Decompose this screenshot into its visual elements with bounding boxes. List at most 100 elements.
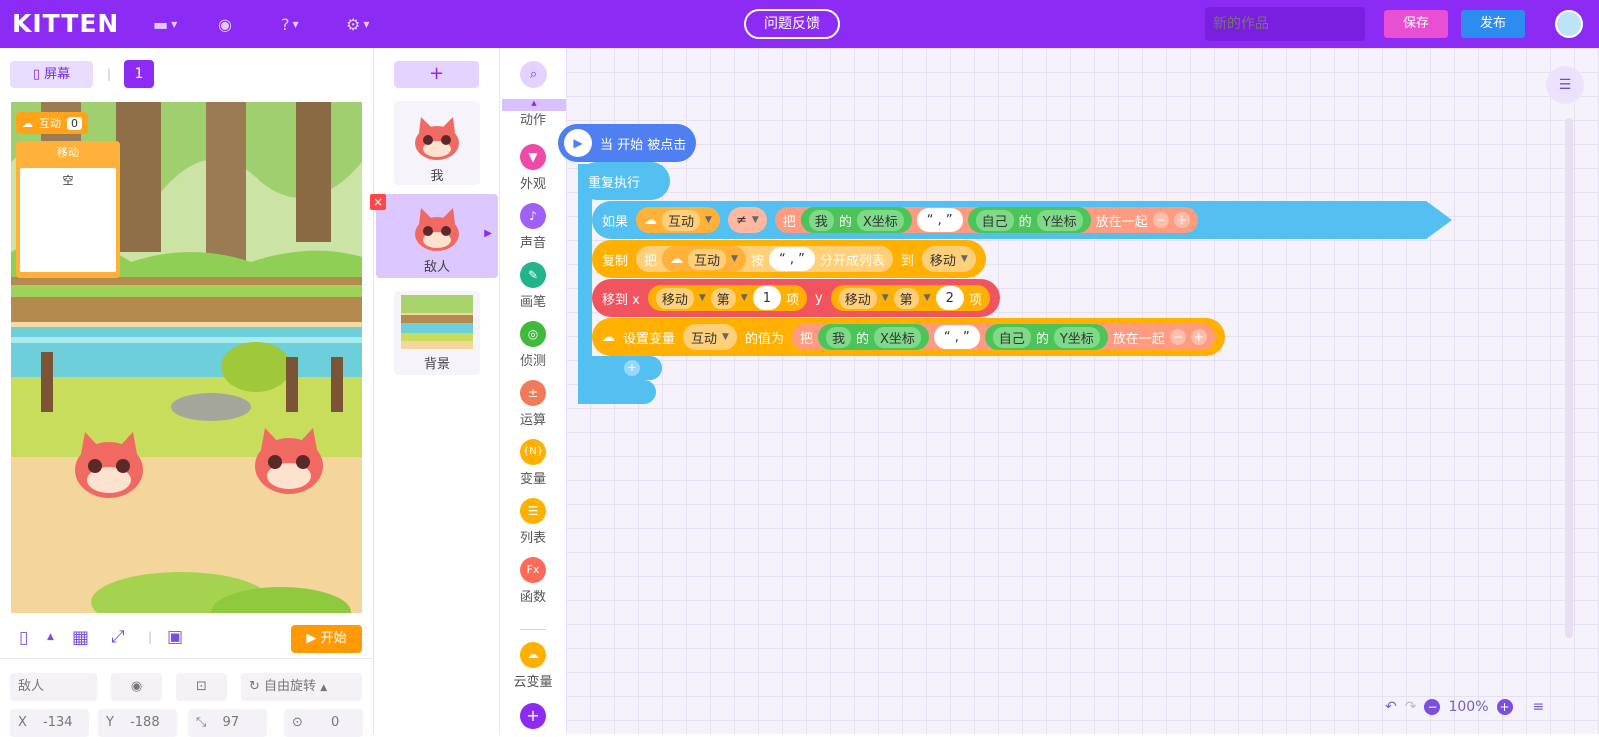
scale-icon: ⤡ xyxy=(196,715,207,730)
category-sound[interactable]: ♪ 声音 xyxy=(500,203,566,251)
search-icon[interactable]: ⌕ xyxy=(520,61,547,88)
plus-icon[interactable]: + xyxy=(1173,212,1190,228)
align-blocks-icon[interactable]: ≡ xyxy=(1533,699,1545,715)
variable-icon: {N} xyxy=(520,439,546,465)
block-search-icon[interactable]: ☰ xyxy=(1546,66,1584,104)
plus-icon[interactable]: + xyxy=(1190,329,1207,345)
repeat-c-arm xyxy=(578,164,592,404)
add-extension-button[interactable]: + xyxy=(520,703,546,729)
zoom-controls: ↶ ↷ − 100% + ≡ xyxy=(1385,699,1544,715)
category-sensing[interactable]: ◎ 侦测 xyxy=(500,321,566,369)
rotation-style-dropdown[interactable]: ↻ 自由旋转 ▲ xyxy=(241,673,362,701)
comma-input[interactable]: “ , ” xyxy=(916,208,963,232)
category-operators[interactable]: ± 运算 xyxy=(500,380,566,428)
neq-operator[interactable]: ≠ ▼ xyxy=(727,207,767,233)
folder-icon: ▬ xyxy=(153,14,169,34)
play-icon: ▶ xyxy=(564,129,592,157)
if-block[interactable]: 如果 ☁ 互动 ▼ ≠ ▼ 把 我的 X坐标 “ , ” 自己的 Y坐标 放在一起 − + xyxy=(592,201,1452,239)
delete-sprite-icon[interactable]: × xyxy=(370,194,386,210)
sprite-thumbnail xyxy=(415,117,459,160)
zoom-out-icon[interactable]: − xyxy=(1424,699,1441,715)
comma-input[interactable]: “ , ” xyxy=(768,247,815,271)
sensing-reporter-self-y[interactable]: 自己的 Y坐标 xyxy=(967,207,1091,233)
x-field[interactable]: X -134 xyxy=(10,709,89,737)
comma-input[interactable]: “ , ” xyxy=(933,325,980,349)
undo-icon[interactable]: ↶ xyxy=(1385,699,1397,715)
backpack-icon: ◉ xyxy=(218,14,232,34)
category-motion[interactable]: 动作 xyxy=(500,109,566,128)
save-button[interactable]: 保存 xyxy=(1384,10,1448,38)
avatar[interactable] xyxy=(1555,10,1583,38)
stage-canvas[interactable]: ☁ 互动 0 移动 空 xyxy=(11,102,362,613)
visibility-toggle[interactable]: ◉ xyxy=(111,673,162,701)
divider: | xyxy=(148,630,153,644)
sprite-card-background[interactable]: 背景 xyxy=(394,291,480,375)
start-button[interactable]: ▶ 开始 xyxy=(291,625,362,653)
sprite-name: 我 xyxy=(430,169,444,184)
category-pen[interactable]: ✎ 画笔 xyxy=(500,262,566,310)
screen-button[interactable]: ▯ 屏幕 xyxy=(10,61,93,88)
minus-icon[interactable]: − xyxy=(1169,329,1186,345)
when-start-clicked-block[interactable]: ▶ 当 开始 被点击 xyxy=(558,124,697,162)
copy-split-list-block[interactable]: 复制 把 ☁ 互动 ▼ 按 “ , ” 分开成列表 到 移动 ▼ xyxy=(592,240,986,278)
sprite-card-me[interactable]: 我 xyxy=(394,101,480,185)
var-reporter-interact[interactable]: ☁ 互动 ▼ xyxy=(636,207,720,233)
var-reporter-interact[interactable]: ☁ 互动 ▼ xyxy=(662,246,746,272)
minus-icon[interactable]: − xyxy=(1152,212,1169,228)
sensing-reporter-me-x[interactable]: 我的 X坐标 xyxy=(800,207,912,233)
category-functions[interactable]: Fx 函数 xyxy=(500,557,566,605)
phone-layout-icon[interactable]: ▯ xyxy=(19,628,28,648)
block-category-bar: ⌕ ▲ 动作 ▼ 外观 ♪ 声音 ✎ 画笔 ◎ 侦测 ± 运算 {N} 变量 ☰ 列表 Fx 函… xyxy=(500,48,566,734)
chevron-down-icon: ▼ xyxy=(722,332,729,342)
chevron-down-icon: ▼ xyxy=(731,254,738,264)
folder-menu[interactable]: ▬ ▼ xyxy=(153,12,177,36)
cloud-icon: ☁ xyxy=(602,329,615,345)
y-field[interactable]: Y -188 xyxy=(98,709,177,737)
sensing-reporter-me-x[interactable]: 我的 X坐标 xyxy=(817,324,929,350)
category-variables[interactable]: {N} 变量 xyxy=(500,439,566,487)
help-menu[interactable]: ? ▼ xyxy=(281,12,299,36)
publish-button[interactable]: 发布 xyxy=(1461,10,1525,38)
lock-toggle[interactable]: ⊡ xyxy=(176,673,227,701)
category-looks[interactable]: ▼ 外观 xyxy=(500,144,566,192)
zoom-in-icon[interactable]: + xyxy=(1496,699,1513,715)
redo-icon[interactable]: ↷ xyxy=(1405,699,1417,715)
sprite-card-enemy[interactable]: × 敌人 ▶ xyxy=(370,194,498,278)
list-item-reporter-2[interactable]: 移动 ▼ 第 ▼ 2 项 xyxy=(830,285,990,311)
sensing-reporter-self-y[interactable]: 自己的 Y坐标 xyxy=(984,324,1108,350)
move-to-xy-block[interactable]: 移到 x 移动 ▼ 第 ▼ 1 项 y 移动 ▼ 第 ▼ 2 项 xyxy=(592,279,1000,317)
split-reporter[interactable]: 把 ☁ 互动 ▼ 按 “ , ” 分开成列表 xyxy=(636,246,893,272)
size-field[interactable]: ⤡ 97 xyxy=(188,709,267,737)
if-add-slot[interactable]: + xyxy=(592,356,662,380)
fullscreen-icon[interactable]: ⤢ xyxy=(111,627,125,647)
variable-monitor[interactable]: ☁ 互动 0 xyxy=(16,112,88,134)
category-lists[interactable]: ☰ 列表 xyxy=(500,498,566,546)
category-cloud-variables[interactable]: ☁ 云变量 xyxy=(500,642,566,690)
plus-icon[interactable]: + xyxy=(624,360,640,376)
list-item-reporter-1[interactable]: 移动 ▼ 第 ▼ 1 项 xyxy=(647,285,807,311)
repeat-c-bottom xyxy=(578,380,656,404)
vertical-scrollbar[interactable] xyxy=(1565,118,1573,638)
add-sprite-button[interactable]: + xyxy=(394,61,479,88)
code-canvas[interactable]: ▶ 当 开始 被点击 重复执行 如果 ☁ 互动 ▼ ≠ ▼ 把 我的 X坐标 “ , ”… xyxy=(558,48,1599,734)
caret-up-icon[interactable]: ▲ xyxy=(47,632,54,642)
list-dropdown[interactable]: 移动 ▼ xyxy=(921,246,976,272)
grid-icon[interactable]: ▦ xyxy=(72,627,89,648)
eye-icon: ◉ xyxy=(130,679,143,694)
feedback-button[interactable]: 问题反馈 xyxy=(744,9,840,39)
variable-dropdown[interactable]: 互动 ▼ xyxy=(683,324,737,350)
play-screen-icon[interactable]: ▣ xyxy=(167,627,183,647)
screen-page-number[interactable]: 1 xyxy=(124,60,154,88)
project-title-input[interactable] xyxy=(1205,7,1365,41)
backpack-button[interactable]: ◉ xyxy=(218,12,232,36)
list-monitor-empty: 空 xyxy=(20,168,116,272)
caret-right-icon[interactable]: ▶ xyxy=(484,228,492,239)
repeat-forever-block[interactable]: 重复执行 xyxy=(578,162,670,200)
sprite-name-field[interactable]: 敌人 xyxy=(10,673,97,701)
join-reporter[interactable]: 把 我的 X坐标 “ , ” 自己的 Y坐标 放在一起 − + xyxy=(791,324,1215,350)
direction-field[interactable]: ⊙ 0 xyxy=(284,709,363,737)
settings-menu[interactable]: ⚙ ▼ xyxy=(346,12,370,36)
join-reporter[interactable]: 把 我的 X坐标 “ , ” 自己的 Y坐标 放在一起 − + xyxy=(774,207,1198,233)
set-variable-block[interactable]: ☁ 设置变量 互动 ▼ 的值为 把 我的 X坐标 “ , ” 自己的 Y坐标 放在一起… xyxy=(592,318,1225,356)
list-monitor[interactable]: 移动 空 xyxy=(16,141,120,278)
